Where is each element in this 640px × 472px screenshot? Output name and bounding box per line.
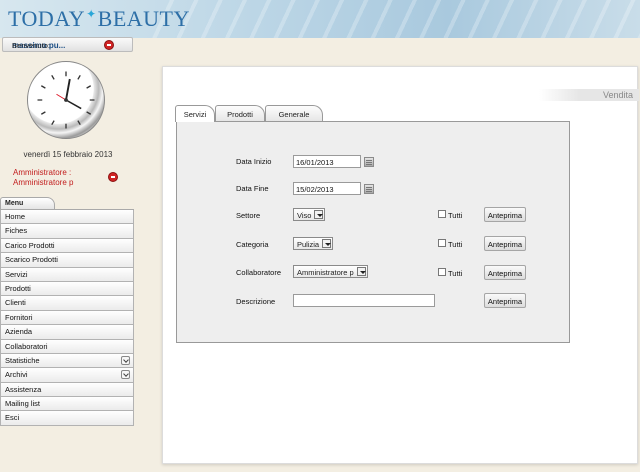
categoria-select[interactable]: Pulizia [293, 237, 333, 250]
sidebar-item-prodotti[interactable]: Prodotti [0, 281, 134, 297]
calendar-icon[interactable] [364, 157, 374, 167]
menu-tab: Menu [0, 197, 55, 209]
sidebar-item-esci[interactable]: Esci [0, 411, 134, 426]
calendar-icon[interactable] [364, 184, 374, 194]
collaboratore-tutti-label: Tutti [448, 269, 463, 278]
chevron-down-icon[interactable] [121, 370, 130, 380]
categoria-anteprima-button[interactable]: Anteprima [484, 236, 526, 251]
categoria-tutti-checkbox[interactable] [438, 239, 446, 247]
categoria-tutti-label: Tutti [448, 240, 463, 249]
categoria-label: Categoria [236, 240, 269, 249]
dropdown-arrow-icon [357, 267, 366, 276]
dropdown-arrow-icon [322, 239, 331, 248]
descrizione-input[interactable] [293, 294, 435, 307]
sidebar: venerdì 15 febbraio 2013 Amministratore … [0, 52, 136, 472]
chevron-down-icon[interactable] [121, 355, 130, 365]
sidebar-item-clienti[interactable]: Clienti [0, 296, 134, 311]
sidebar-item-mailing-list[interactable]: Mailing list [0, 397, 134, 412]
sidebar-item-home[interactable]: Home [0, 210, 134, 225]
sales-filter-form: Data Inizio Data Fine Settore Viso Tutti… [176, 121, 570, 343]
section-title: Vendita [602, 90, 633, 100]
main-panel: Vendita Servizi Prodotti Generale Data I… [162, 66, 639, 464]
collaboratore-label: Collaboratore [236, 268, 282, 277]
settore-select[interactable]: Viso [293, 208, 325, 221]
tab-generale[interactable]: Generale [265, 105, 323, 121]
data-fine-label: Data Fine [236, 184, 269, 193]
star-icon: ✦ [86, 7, 97, 21]
descrizione-label: Descrizione [236, 297, 276, 306]
admin-role: Amministratore : [13, 168, 72, 177]
admin-name: Amministratore p [13, 178, 74, 187]
welcome-label: Benvenuto: [12, 41, 50, 50]
current-date: venerdì 15 febbraio 2013 [23, 150, 113, 159]
sidebar-item-statistiche[interactable]: Statistiche [0, 353, 134, 369]
sidebar-item-servizi[interactable]: Servizi [0, 267, 134, 282]
header-banner: TODAY✦BEAUTY [0, 0, 640, 38]
admin-logout-icon[interactable] [108, 172, 118, 182]
data-inizio-label: Data Inizio [236, 157, 272, 166]
tab-prodotti[interactable]: Prodotti [215, 105, 265, 121]
settore-tutti-label: Tutti [448, 211, 463, 220]
welcome-bar: Benvenuto: massimo pu... [2, 37, 133, 52]
descrizione-anteprima-button[interactable]: Anteprima [484, 293, 526, 308]
sidebar-item-collaboratori[interactable]: Collaboratori [0, 339, 134, 354]
sidebar-item-scarico-prodotti[interactable]: Scarico Prodotti [0, 253, 134, 268]
settore-tutti-checkbox[interactable] [438, 210, 446, 218]
sidebar-item-fornitori[interactable]: Fornitori [0, 310, 134, 326]
logout-icon[interactable] [104, 40, 114, 50]
sidebar-menu: Home Fiches Carico Prodotti Scarico Prod… [0, 209, 134, 426]
dropdown-arrow-icon [314, 210, 323, 219]
sidebar-item-archivi[interactable]: Archivi [0, 368, 134, 383]
collaboratore-tutti-checkbox[interactable] [438, 268, 446, 276]
sidebar-item-carico-prodotti[interactable]: Carico Prodotti [0, 238, 134, 254]
sidebar-item-azienda[interactable]: Azienda [0, 325, 134, 340]
sidebar-item-fiches[interactable]: Fiches [0, 224, 134, 239]
data-fine-input[interactable] [293, 182, 361, 195]
app-logo: TODAY✦BEAUTY [8, 6, 190, 31]
data-inizio-input[interactable] [293, 155, 361, 168]
tab-servizi[interactable]: Servizi [175, 105, 215, 122]
collaboratore-anteprima-button[interactable]: Anteprima [484, 265, 526, 280]
settore-label: Settore [236, 211, 261, 220]
collaboratore-select[interactable]: Amministratore p [293, 265, 368, 278]
admin-info: Amministratore : Amministratore p [13, 168, 73, 188]
sidebar-item-assistenza[interactable]: Assistenza [0, 382, 134, 398]
clock-icon [27, 61, 105, 139]
settore-anteprima-button[interactable]: Anteprima [484, 207, 526, 222]
